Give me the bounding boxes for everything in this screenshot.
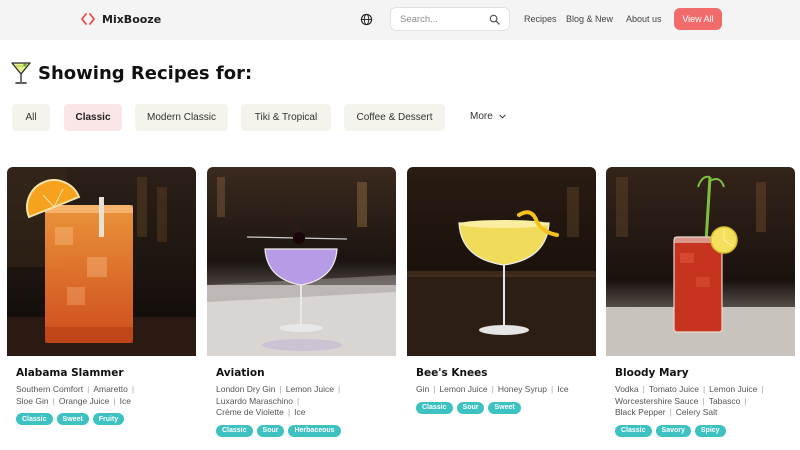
search-box	[390, 7, 510, 31]
recipe-card[interactable]: Bee's Knees Gin | Lemon Juice | Honey Syrup |…	[407, 167, 596, 414]
filter-coffee-dessert[interactable]: Coffee & Dessert	[344, 104, 445, 131]
tag-badge[interactable]: Classic	[16, 413, 53, 425]
ingredient: Ice	[294, 407, 306, 417]
ingredient: Honey Syrup	[497, 384, 548, 394]
recipe-card[interactable]: Alabama Slammer Southern Comfort | Amarett…	[7, 167, 196, 425]
ingredient: Sloe Gin	[16, 395, 49, 406]
page-title: Showing Recipes for:	[38, 62, 253, 84]
filter-tiki-tropical[interactable]: Tiki & Tropical	[241, 104, 331, 131]
martini-icon	[11, 62, 31, 84]
tag-badge[interactable]: Savory	[655, 424, 691, 437]
ingredient: Lemon Juice	[439, 384, 488, 394]
ingredient-list: London Dry Gin | Lemon Juice | Luxardo Mara…	[216, 384, 341, 417]
more-filters-dropdown[interactable]: More	[470, 111, 506, 122]
ingredient-list: Southern Comfort | Amaretto | Sloe Gin | Oran…	[16, 384, 135, 406]
ingredient: Crème de Violette	[216, 407, 284, 417]
nav-about[interactable]: About us	[626, 14, 662, 24]
search-input[interactable]	[400, 12, 488, 27]
recipe-name[interactable]: Alabama Slammer	[16, 367, 196, 379]
chevron-down-icon	[499, 114, 506, 119]
ingredient: Luxardo Maraschino	[216, 395, 294, 406]
recipe-image[interactable]	[207, 167, 396, 356]
tag-list: Classic Sweet Fruity	[16, 413, 196, 425]
view-all-button[interactable]: View All	[674, 8, 722, 30]
brand-name: MixBooze	[102, 12, 162, 26]
recipe-name[interactable]: Bloody Mary	[615, 367, 795, 379]
recipe-card[interactable]: Aviation London Dry Gin | Lemon Juice | Lux…	[207, 167, 396, 437]
tag-list: Classic Savory Spicy	[615, 424, 795, 437]
tag-list: Classic Sour Sweet	[416, 401, 596, 414]
ingredient: Worcestershire Sauce	[615, 395, 699, 406]
nav-recipes[interactable]: Recipes	[524, 14, 557, 24]
ingredient-list: Vodka | Tomato Juice | Lemon Juice | Worceste…	[615, 384, 764, 417]
tag-badge[interactable]: Classic	[615, 424, 652, 437]
filter-all[interactable]: All	[12, 104, 50, 131]
tag-badge[interactable]: Fruity	[92, 413, 125, 425]
ingredient-list: Gin | Lemon Juice | Honey Syrup | Ice	[416, 384, 569, 394]
ingredient: Tomato Juice	[648, 384, 699, 394]
tag-badge[interactable]: Classic	[216, 424, 253, 437]
globe-icon[interactable]	[360, 13, 373, 26]
recipe-image[interactable]	[407, 167, 596, 356]
tag-list: Classic Sour Herbaceous	[216, 424, 396, 437]
tag-badge[interactable]: Sweet	[56, 413, 89, 425]
code-brackets-icon	[81, 13, 95, 25]
ingredient: Orange Juice	[58, 395, 110, 406]
ingredient: London Dry Gin	[216, 384, 276, 394]
ingredient: Ice	[557, 384, 569, 394]
ingredient: Lemon Juice	[285, 384, 334, 394]
tag-badge[interactable]: Sweet	[488, 401, 521, 414]
ingredient: Lemon Juice	[709, 384, 758, 394]
ingredient: Gin	[416, 384, 430, 394]
tag-badge[interactable]: Spicy	[694, 424, 726, 437]
ingredient: Black Pepper	[615, 407, 666, 417]
ingredient: Celery Salt	[675, 407, 718, 417]
tag-badge[interactable]: Sour	[456, 401, 485, 414]
more-label: More	[470, 111, 493, 122]
recipe-card[interactable]: Bloody Mary Vodka | Tomato Juice | Lemon Jui…	[606, 167, 795, 437]
top-header: MixBooze Recipes Blog & New About us Vie…	[0, 0, 800, 40]
ingredient: Amaretto	[93, 384, 128, 394]
recipe-image[interactable]	[606, 167, 795, 356]
filter-modern-classic[interactable]: Modern Classic	[135, 104, 228, 131]
search-icon[interactable]	[489, 14, 500, 25]
ingredient: Tabasco	[708, 395, 741, 406]
recipe-name[interactable]: Bee's Knees	[416, 367, 596, 379]
tag-badge[interactable]: Classic	[416, 401, 453, 414]
ingredient: Vodka	[615, 384, 639, 394]
page-heading: Showing Recipes for:	[10, 60, 252, 86]
ingredient: Ice	[119, 395, 131, 406]
nav-blog[interactable]: Blog & New	[566, 14, 613, 24]
ingredient: Southern Comfort	[16, 384, 84, 394]
recipe-name[interactable]: Aviation	[216, 367, 396, 379]
tag-badge[interactable]: Sour	[256, 424, 285, 437]
filter-classic[interactable]: Classic	[64, 104, 122, 131]
brand-logo[interactable]: MixBooze	[80, 11, 161, 27]
tag-badge[interactable]: Herbaceous	[288, 424, 341, 437]
recipe-image[interactable]	[7, 167, 196, 356]
